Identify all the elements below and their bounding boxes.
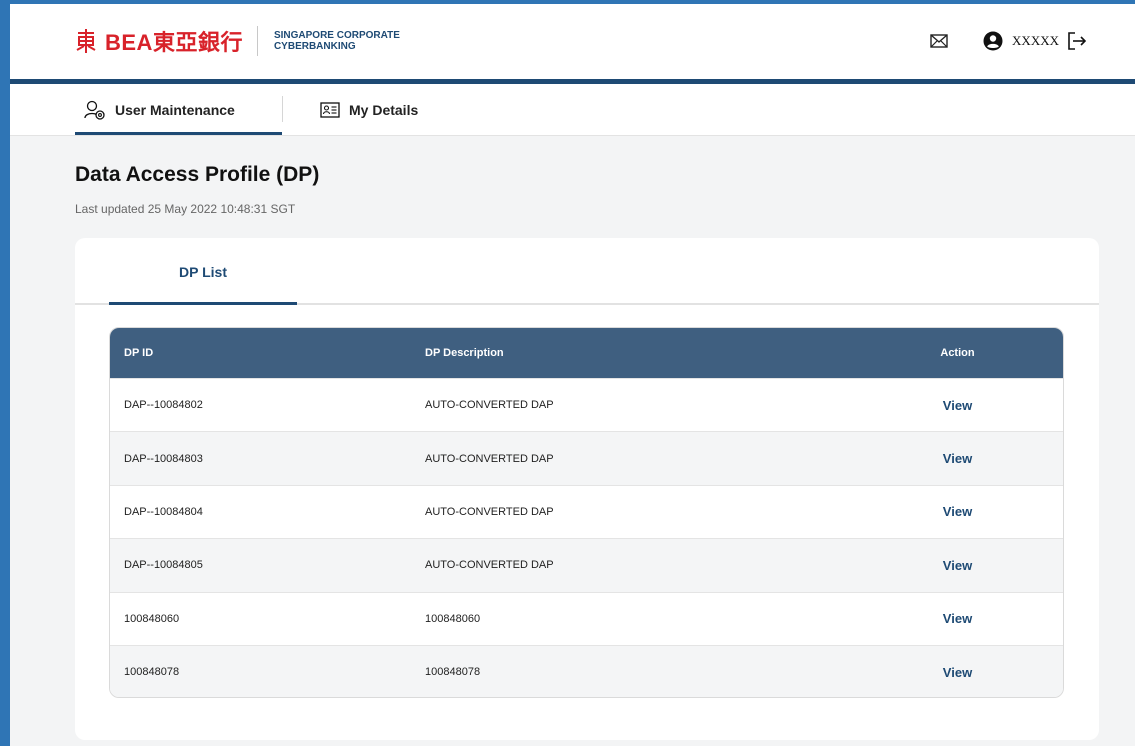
view-link[interactable]: View (900, 451, 1015, 466)
tab-my-details[interactable]: My Details (320, 84, 418, 136)
view-link[interactable]: View (900, 398, 1015, 413)
dp-description-cell: AUTO-CONVERTED DAP (425, 399, 554, 412)
dp-id-cell: DAP--10084805 (124, 559, 203, 572)
user-icon[interactable] (983, 31, 1003, 51)
view-link[interactable]: View (900, 504, 1015, 519)
tab-my-details-label: My Details (349, 102, 419, 118)
site-subtitle: SINGAPORE CORPORATE CYBERBANKING (274, 30, 414, 52)
column-header-dp-description[interactable]: DP Description (425, 347, 504, 359)
dp-description-cell: AUTO-CONVERTED DAP (425, 559, 554, 572)
dp-id-cell: DAP--10084804 (124, 505, 203, 518)
table-row: 100848078 100848078 View (110, 644, 1063, 697)
view-link[interactable]: View (900, 611, 1015, 626)
table-row: DAP--10084802 AUTO-CONVERTED DAP View (110, 378, 1063, 431)
dp-id-cell: DAP--10084803 (124, 452, 203, 465)
dp-id-cell: 100848078 (124, 666, 180, 679)
table-header: DP ID DP Description Action (110, 328, 1063, 378)
active-tab-indicator (75, 132, 282, 135)
dp-table: DP ID DP Description Action DAP--1008480… (109, 327, 1064, 698)
tab-user-maintenance[interactable]: User Maintenance (84, 84, 235, 136)
bea-logo-icon (76, 29, 96, 53)
dp-description-cell: AUTO-CONVERTED DAP (425, 452, 554, 465)
dp-card: DP List DP ID DP Description Action DAP-… (75, 238, 1099, 740)
mail-icon[interactable] (930, 34, 948, 48)
view-link[interactable]: View (900, 558, 1015, 573)
header: BEA東亞銀行 SINGAPORE CORPORATE CYBERBANKING… (10, 4, 1135, 79)
page-title: Data Access Profile (DP) (75, 163, 320, 186)
dp-description-cell: 100848060 (425, 612, 481, 625)
top-navigation: User Maintenance My Details (10, 84, 1135, 136)
subtitle-line2: CYBERBANKING (273, 41, 356, 52)
logo-divider (256, 26, 258, 56)
bank-logo[interactable]: BEA東亞銀行 SINGAPORE CORPORATE CYBERBANKING (75, 26, 414, 56)
column-header-dp-id[interactable]: DP ID (124, 347, 153, 359)
id-card-icon (320, 102, 340, 118)
tab-user-maintenance-label: User Maintenance (115, 102, 235, 118)
dp-description-cell: AUTO-CONVERTED DAP (425, 505, 554, 518)
table-row: 100848060 100848060 View (110, 591, 1063, 645)
dp-list-active-indicator (109, 302, 297, 305)
table-row: DAP--10084804 AUTO-CONVERTED DAP View (110, 484, 1063, 538)
user-settings-icon (84, 100, 105, 120)
last-updated-text: Last updated 25 May 2022 10:48:31 SGT (75, 202, 296, 216)
table-row: DAP--10084805 AUTO-CONVERTED DAP View (110, 538, 1063, 592)
header-actions: XXXXX (930, 26, 1087, 56)
view-link[interactable]: View (900, 665, 1015, 680)
dp-id-cell: DAP--10084802 (124, 399, 203, 412)
tab-dp-list-label: DP List (179, 263, 227, 280)
logout-icon[interactable] (1067, 31, 1087, 51)
tab-dp-list[interactable]: DP List (109, 238, 297, 305)
dp-description-cell: 100848078 (425, 666, 481, 679)
username[interactable]: XXXXX (1012, 33, 1059, 49)
table-row: DAP--10084803 AUTO-CONVERTED DAP View (110, 431, 1063, 485)
subtitle-line1: SINGAPORE CORPORATE (273, 30, 400, 41)
window-frame-left (0, 0, 10, 746)
nav-divider (282, 96, 283, 122)
logo-text: BEA東亞銀行 (105, 30, 243, 55)
dp-id-cell: 100848060 (124, 612, 180, 625)
column-header-action: Action (940, 347, 975, 359)
